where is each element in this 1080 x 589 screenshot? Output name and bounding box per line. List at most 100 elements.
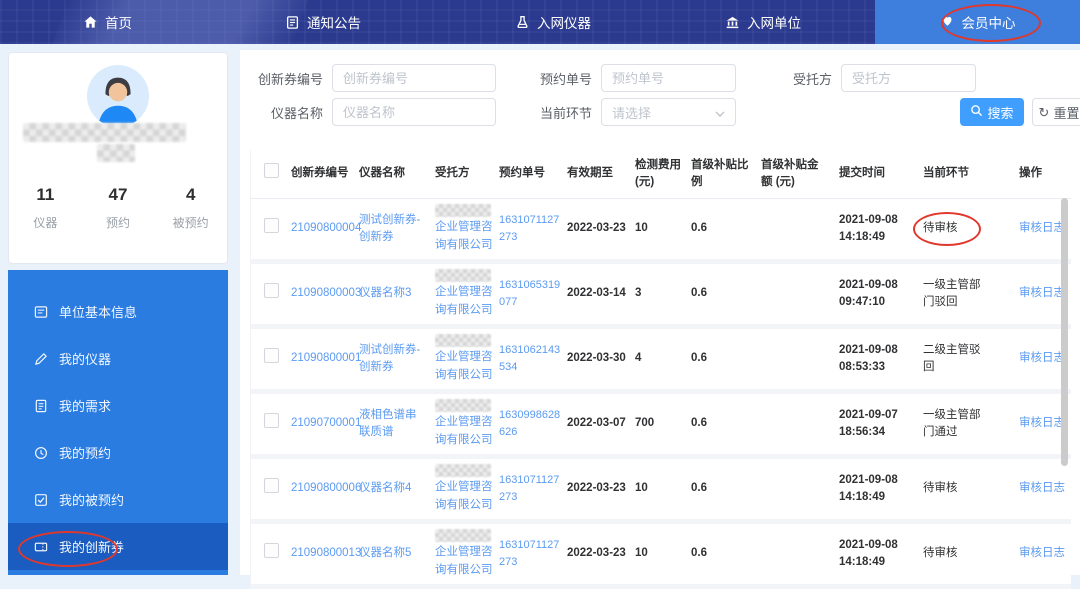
sidebar-item-my-vouchers[interactable]: 我的创新券	[8, 523, 228, 570]
sidebar-item-my-demands[interactable]: 我的需求	[8, 382, 228, 429]
pen-icon	[34, 352, 48, 366]
redacted-trustee-text	[435, 334, 491, 347]
instrument-name-input[interactable]	[332, 98, 496, 126]
vertical-scrollbar-thumb[interactable]	[1061, 198, 1068, 466]
sidebar-item-org-info[interactable]: 单位基本信息	[8, 288, 228, 335]
voucher-number-link[interactable]: 21090800013	[291, 547, 361, 559]
order-number-link[interactable]: 1631062143534	[499, 342, 561, 375]
order-number-link[interactable]: 1631065319077	[499, 277, 561, 310]
instrument-name-link[interactable]: 测试创新券-创新券	[359, 212, 425, 247]
voucher-number-cell: 21090700001	[291, 415, 359, 432]
redacted-trustee-text	[435, 269, 491, 282]
trustee-link[interactable]: 企业管理咨询有限公司	[435, 219, 493, 254]
stat-reserved: 4 被预约	[154, 185, 227, 231]
voucher-number-link[interactable]: 21090800003	[291, 287, 361, 299]
row-checkbox[interactable]	[264, 348, 279, 363]
order-number-link[interactable]: 1631071127273	[499, 212, 561, 245]
sidebar-item-my-reservations[interactable]: 我的预约	[8, 429, 228, 476]
valid-until-cell: 2022-03-23	[567, 545, 635, 562]
search-button[interactable]: 搜索	[960, 98, 1024, 126]
nav-item-instruments[interactable]: 入网仪器	[515, 0, 591, 44]
row-checkbox[interactable]	[264, 478, 279, 493]
nav-item-label: 入网单位	[747, 12, 801, 32]
table-row: 21090800013仪器名称5 企业管理咨询有限公司1631071127273 2…	[251, 524, 1071, 584]
column-header: 预约单号	[499, 165, 567, 182]
instrument-name-cell: 仪器名称5	[359, 545, 435, 562]
audit-log-link[interactable]: 审核日志	[1019, 417, 1065, 429]
instrument-name-link[interactable]: 仪器名称5	[359, 545, 411, 562]
field-label: 当前环节	[528, 103, 592, 122]
sidebar-menu: 单位基本信息 我的仪器 我的需求 我的预约 我的被预约 我的创新券	[8, 270, 228, 575]
submit-time-cell: 2021-09-08 14:18:49	[839, 537, 923, 572]
audit-log-link[interactable]: 审核日志	[1019, 482, 1065, 494]
row-checkbox[interactable]	[264, 543, 279, 558]
field-instrument-name: 仪器名称	[243, 98, 496, 126]
voucher-number-link[interactable]: 21090700001	[291, 417, 361, 429]
stat-reservations: 47 预约	[82, 185, 155, 231]
ticket-icon	[34, 540, 48, 554]
search-icon	[970, 104, 983, 120]
order-number-link[interactable]: 1631071127273	[499, 537, 561, 570]
row-checkbox-cell	[251, 543, 291, 564]
stat-label: 预约	[82, 214, 155, 231]
row-checkbox[interactable]	[264, 218, 279, 233]
voucher-number-input[interactable]	[332, 64, 496, 92]
order-number-cell: 1631071127273	[499, 537, 567, 571]
submit-time-value: 2021-09-08 09:47:10	[839, 277, 909, 312]
voucher-number-link[interactable]: 21090800006	[291, 482, 361, 494]
valid-until-cell: 2022-03-07	[567, 415, 635, 432]
row-checkbox[interactable]	[264, 413, 279, 428]
sidebar-item-my-reserved[interactable]: 我的被预约	[8, 476, 228, 523]
trustee-link[interactable]: 企业管理咨询有限公司	[435, 479, 493, 514]
select-placeholder: 请选择	[612, 103, 651, 122]
current-stage-cell: 二级主管驳回	[923, 342, 1007, 377]
voucher-number-link[interactable]: 21090800001	[291, 352, 361, 364]
nav-item-organizations[interactable]: 入网单位	[725, 0, 801, 44]
column-header: 仪器名称	[359, 165, 435, 182]
clock-icon	[34, 446, 48, 460]
nav-item-notices[interactable]: 通知公告	[285, 0, 361, 44]
sidebar-item-label: 我的需求	[59, 396, 111, 415]
action-cell: 审核日志	[1007, 545, 1071, 562]
instrument-name-link[interactable]: 液相色谱串联质谱	[359, 407, 425, 442]
nav-item-member-center[interactable]: 会员中心	[875, 0, 1080, 44]
sidebar-item-my-instruments[interactable]: 我的仪器	[8, 335, 228, 382]
order-number-cell: 1630998628626	[499, 407, 567, 441]
current-stage-cell: 一级主管部门驳回	[923, 277, 1007, 312]
trustee-link[interactable]: 企业管理咨询有限公司	[435, 414, 493, 449]
submit-time-cell: 2021-09-08 09:47:10	[839, 277, 923, 312]
audit-log-link[interactable]: 审核日志	[1019, 287, 1065, 299]
instrument-name-cell: 仪器名称3	[359, 285, 435, 302]
trustee-link[interactable]: 企业管理咨询有限公司	[435, 284, 493, 319]
nav-item-label: 通知公告	[307, 12, 361, 32]
current-stage-select[interactable]: 请选择	[601, 98, 736, 126]
sidebar-item-label: 我的创新券	[59, 537, 124, 556]
nav-item-label: 入网仪器	[537, 12, 591, 32]
current-stage-cell: 一级主管部门通过	[923, 407, 1007, 442]
audit-log-link[interactable]: 审核日志	[1019, 222, 1065, 234]
instrument-name-link[interactable]: 仪器名称4	[359, 480, 411, 497]
instrument-name-link[interactable]: 仪器名称3	[359, 285, 411, 302]
trustee-link[interactable]: 企业管理咨询有限公司	[435, 544, 493, 579]
order-number-cell: 1631065319077	[499, 277, 567, 311]
sidebar-item-label: 我的被预约	[59, 490, 124, 509]
order-number-cell: 1631071127273	[499, 212, 567, 246]
order-number-input[interactable]	[601, 64, 736, 92]
stat-instruments: 11 仪器	[9, 185, 82, 231]
select-all-checkbox[interactable]	[264, 163, 279, 178]
row-checkbox[interactable]	[264, 283, 279, 298]
trustee-link[interactable]: 企业管理咨询有限公司	[435, 349, 493, 384]
redacted-trustee-text	[435, 399, 491, 412]
order-number-link[interactable]: 1631071127273	[499, 472, 561, 505]
instrument-name-link[interactable]: 测试创新券-创新券	[359, 342, 425, 377]
trustee-input[interactable]	[841, 64, 976, 92]
voucher-number-link[interactable]: 21090800004	[291, 222, 361, 234]
column-header: 首级补贴比例	[691, 157, 761, 191]
nav-item-home[interactable]: 首页	[83, 0, 132, 44]
audit-log-link[interactable]: 审核日志	[1019, 547, 1065, 559]
audit-log-link[interactable]: 审核日志	[1019, 352, 1065, 364]
reset-button[interactable]: ↻ 重置	[1032, 98, 1080, 126]
current-stage-cell: 待审核	[923, 545, 1007, 562]
instrument-name-cell: 液相色谱串联质谱	[359, 407, 435, 442]
order-number-link[interactable]: 1630998628626	[499, 407, 561, 440]
